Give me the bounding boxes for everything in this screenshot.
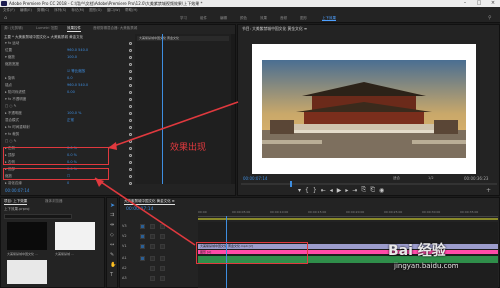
baidu-watermark-logo: Bai 经验 xyxy=(388,243,446,259)
annotation-label: 效果出现 xyxy=(170,143,207,153)
baidu-watermark-url: jingyan.baidu.com xyxy=(394,262,459,270)
